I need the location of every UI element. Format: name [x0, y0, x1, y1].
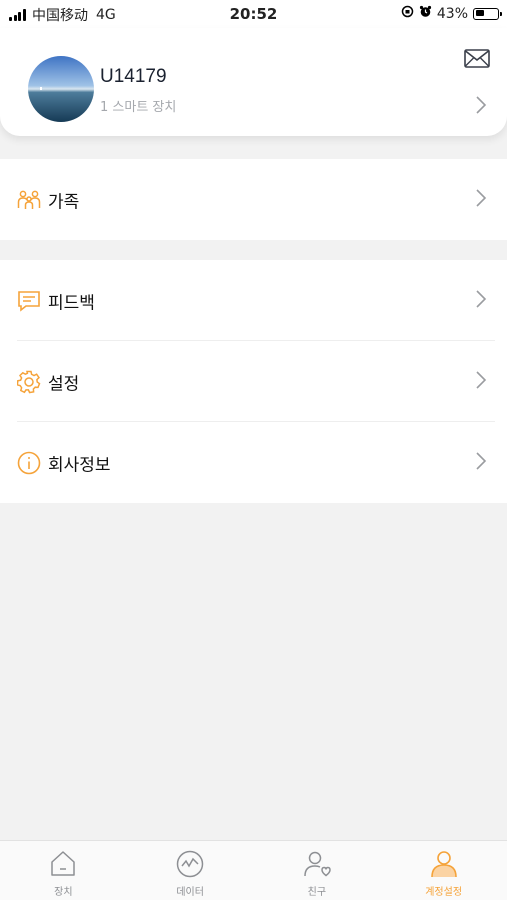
mail-icon[interactable] [464, 49, 490, 68]
status-right: 43% [401, 5, 502, 22]
alarm-icon [419, 5, 432, 22]
gear-icon [16, 370, 41, 394]
friend-icon [302, 849, 332, 879]
menu-label-feedback: 피드백 [48, 293, 95, 313]
tab-friends[interactable]: 친구 [254, 841, 381, 900]
tab-label-devices: 장치 [54, 887, 73, 898]
chevron-right-icon [475, 370, 487, 394]
avatar[interactable] [28, 56, 94, 122]
menu-group-family: 가족 [0, 159, 507, 240]
battery-fill [475, 10, 485, 16]
menu-item-settings[interactable]: 설정 [0, 341, 507, 422]
user-id: U14179 [100, 66, 167, 87]
info-icon [17, 451, 41, 475]
device-count: 1 스마트 장치 [100, 100, 177, 115]
chevron-right-icon[interactable] [475, 95, 487, 119]
chart-icon [175, 849, 205, 879]
tab-account-settings[interactable]: 계정설정 [380, 841, 507, 900]
profile-card[interactable]: U14179 1 스마트 장치 [0, 28, 507, 136]
tab-label-account-settings: 계정설정 [425, 887, 463, 898]
battery-percent: 43% [436, 5, 468, 22]
menu-label-settings: 설정 [48, 374, 80, 394]
tab-label-friends: 친구 [307, 887, 327, 898]
tab-bar: 장치 데이터 친구 계정설정 [0, 840, 507, 900]
tab-data[interactable]: 데이터 [127, 841, 254, 900]
status-bar: 中国移动 4G 20:52 43% [0, 0, 507, 28]
tab-label-data: 데이터 [176, 887, 204, 898]
rotation-lock-icon [401, 5, 414, 22]
battery-icon [473, 7, 502, 20]
chevron-right-icon [475, 188, 487, 212]
home-icon [48, 849, 78, 879]
menu-label-company-info: 회사정보 [48, 455, 111, 475]
feedback-icon [17, 289, 41, 313]
family-icon [17, 188, 41, 212]
menu-item-company-info[interactable]: 회사정보 [0, 422, 507, 503]
menu-label-family: 가족 [48, 192, 80, 212]
menu-item-family[interactable]: 가족 [0, 159, 507, 240]
tab-devices[interactable]: 장치 [0, 841, 127, 900]
menu-item-feedback[interactable]: 피드백 [0, 260, 507, 341]
chevron-right-icon [475, 289, 487, 313]
menu-group-main: 피드백 설정 회사정보 [0, 260, 507, 503]
chevron-right-icon [475, 451, 487, 475]
account-icon [429, 849, 459, 879]
